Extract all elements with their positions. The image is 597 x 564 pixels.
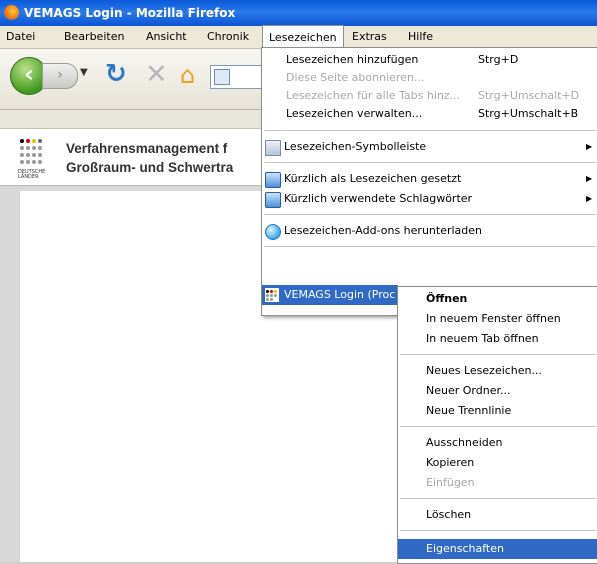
menu-item-label: Kürzlich als Lesezeichen gesetzt bbox=[284, 172, 462, 185]
menu-bearbeiten[interactable]: Bearbeiten bbox=[58, 26, 130, 48]
menu-separator bbox=[400, 426, 596, 427]
menu-item-label: Lesezeichen-Symbolleiste bbox=[284, 140, 427, 153]
context-item-open-new-tab[interactable]: In neuem Tab öffnen bbox=[398, 329, 597, 349]
menu-separator bbox=[400, 530, 596, 531]
page-title-line2: Großraum- und Schwertra bbox=[66, 160, 234, 175]
bookmarks-menu: Lesezeichen hinzufügen Strg+D Diese Seit… bbox=[261, 47, 597, 316]
vemags-favicon bbox=[265, 288, 279, 302]
menu-item-label: Diese Seite abonnieren... bbox=[286, 71, 425, 84]
menu-item-add-bookmark[interactable]: Lesezeichen hinzufügen Strg+D bbox=[262, 50, 597, 70]
menu-item-label: Lesezeichen verwalten... bbox=[286, 107, 423, 120]
menu-item-label: In neuem Tab öffnen bbox=[426, 332, 539, 345]
menu-item-label: Einfügen bbox=[426, 476, 475, 489]
vemags-logo-icon bbox=[20, 139, 56, 167]
menu-item-recent-tags[interactable]: Kürzlich verwendete Schlagwörter ▶ bbox=[262, 189, 597, 209]
context-item-new-folder[interactable]: Neuer Ordner... bbox=[398, 381, 597, 401]
menu-separator bbox=[264, 246, 596, 247]
menu-item-label: Neue Trennlinie bbox=[426, 404, 512, 417]
menu-item-get-bookmark-addons[interactable]: Lesezeichen-Add-ons herunterladen bbox=[262, 221, 597, 241]
forward-arrow-icon[interactable]: › bbox=[42, 63, 78, 89]
menu-separator bbox=[400, 498, 596, 499]
bookmark-context-menu: Öffnen In neuem Fenster öffnen In neuem … bbox=[397, 286, 597, 564]
menu-separator bbox=[264, 162, 596, 163]
menu-item-vemags-login-bookmark[interactable]: VEMAGS Login (Proc bbox=[262, 285, 398, 305]
window-title: VEMAGS Login - Mozilla Firefox bbox=[24, 6, 236, 20]
bookmarks-toolbar-icon bbox=[265, 140, 281, 156]
context-item-paste: Einfügen bbox=[398, 473, 597, 493]
menu-ansicht[interactable]: Ansicht bbox=[140, 26, 193, 48]
menu-item-label: Neuer Ordner... bbox=[426, 384, 511, 397]
menu-item-label: Lesezeichen für alle Tabs hinz... bbox=[286, 89, 461, 102]
submenu-arrow-icon: ▶ bbox=[586, 142, 593, 151]
window-titlebar: VEMAGS Login - Mozilla Firefox bbox=[0, 0, 597, 26]
logo-caption: DEUTSCHE LÄNDER bbox=[18, 169, 46, 180]
menu-datei[interactable]: Datei bbox=[0, 26, 41, 48]
menu-item-label: Löschen bbox=[426, 508, 472, 521]
menu-item-label: VEMAGS Login (Proc bbox=[284, 288, 396, 301]
menu-item-label: Ausschneiden bbox=[426, 436, 503, 449]
menu-chronik[interactable]: Chronik bbox=[201, 26, 255, 48]
menu-separator bbox=[264, 130, 596, 131]
menu-hilfe[interactable]: Hilfe bbox=[402, 26, 439, 48]
firefox-icon bbox=[4, 5, 19, 20]
menu-item-bookmark-all-tabs: Lesezeichen für alle Tabs hinz... Strg+U… bbox=[262, 86, 597, 106]
context-item-cut[interactable]: Ausschneiden bbox=[398, 433, 597, 453]
menu-item-subscribe: Diese Seite abonnieren... bbox=[262, 68, 597, 88]
menu-item-label: Lesezeichen hinzufügen bbox=[286, 53, 419, 66]
menu-item-label: Kürzlich verwendete Schlagwörter bbox=[284, 192, 473, 205]
menu-item-label: Öffnen bbox=[426, 292, 468, 305]
smart-folder-icon bbox=[265, 172, 281, 188]
menu-item-label: Lesezeichen-Add-ons herunterladen bbox=[284, 224, 483, 237]
menu-lesezeichen[interactable]: Lesezeichen bbox=[262, 25, 344, 48]
context-item-new-bookmark[interactable]: Neues Lesezeichen... bbox=[398, 361, 597, 381]
context-item-new-separator[interactable]: Neue Trennlinie bbox=[398, 401, 597, 421]
menu-item-recently-bookmarked[interactable]: Kürzlich als Lesezeichen gesetzt ▶ bbox=[262, 169, 597, 189]
stop-icon[interactable]: ✕ bbox=[145, 59, 168, 90]
menu-extras[interactable]: Extras bbox=[346, 26, 393, 48]
menu-item-shortcut: Strg+D bbox=[478, 53, 519, 66]
reload-icon[interactable]: ↻ bbox=[105, 59, 127, 89]
menu-separator bbox=[264, 214, 596, 215]
menu-item-manage-bookmarks[interactable]: Lesezeichen verwalten... Strg+Umschalt+B bbox=[262, 104, 597, 124]
history-dropdown-icon[interactable]: ▼ bbox=[80, 67, 88, 78]
context-item-open[interactable]: Öffnen bbox=[398, 289, 597, 309]
page-title-line1: Verfahrensmanagement f bbox=[66, 141, 228, 156]
menu-item-shortcut: Strg+Umschalt+B bbox=[478, 107, 579, 120]
menu-item-label: In neuem Fenster öffnen bbox=[426, 312, 561, 325]
smart-folder-icon bbox=[265, 192, 281, 208]
context-item-properties[interactable]: Eigenschaften bbox=[398, 539, 597, 559]
menu-item-label: Neues Lesezeichen... bbox=[426, 364, 543, 377]
submenu-arrow-icon: ▶ bbox=[586, 174, 593, 183]
menu-item-label: Kopieren bbox=[426, 456, 475, 469]
menu-separator bbox=[400, 354, 596, 355]
page-title: Verfahrensmanagement f Großraum- und Sch… bbox=[66, 139, 233, 177]
site-favicon bbox=[214, 69, 230, 85]
submenu-arrow-icon: ▶ bbox=[586, 194, 593, 203]
context-item-copy[interactable]: Kopieren bbox=[398, 453, 597, 473]
menu-item-shortcut: Strg+Umschalt+D bbox=[478, 89, 580, 102]
addons-globe-icon bbox=[265, 224, 281, 240]
context-item-open-new-window[interactable]: In neuem Fenster öffnen bbox=[398, 309, 597, 329]
home-icon[interactable]: ⌂ bbox=[180, 61, 195, 89]
context-item-delete[interactable]: Löschen bbox=[398, 505, 597, 525]
menu-item-bookmarks-toolbar[interactable]: Lesezeichen-Symbolleiste ▶ bbox=[262, 137, 597, 157]
menu-bar: Datei Bearbeiten Ansicht Chronik Lesezei… bbox=[0, 25, 597, 49]
menu-item-label: Eigenschaften bbox=[426, 542, 504, 555]
